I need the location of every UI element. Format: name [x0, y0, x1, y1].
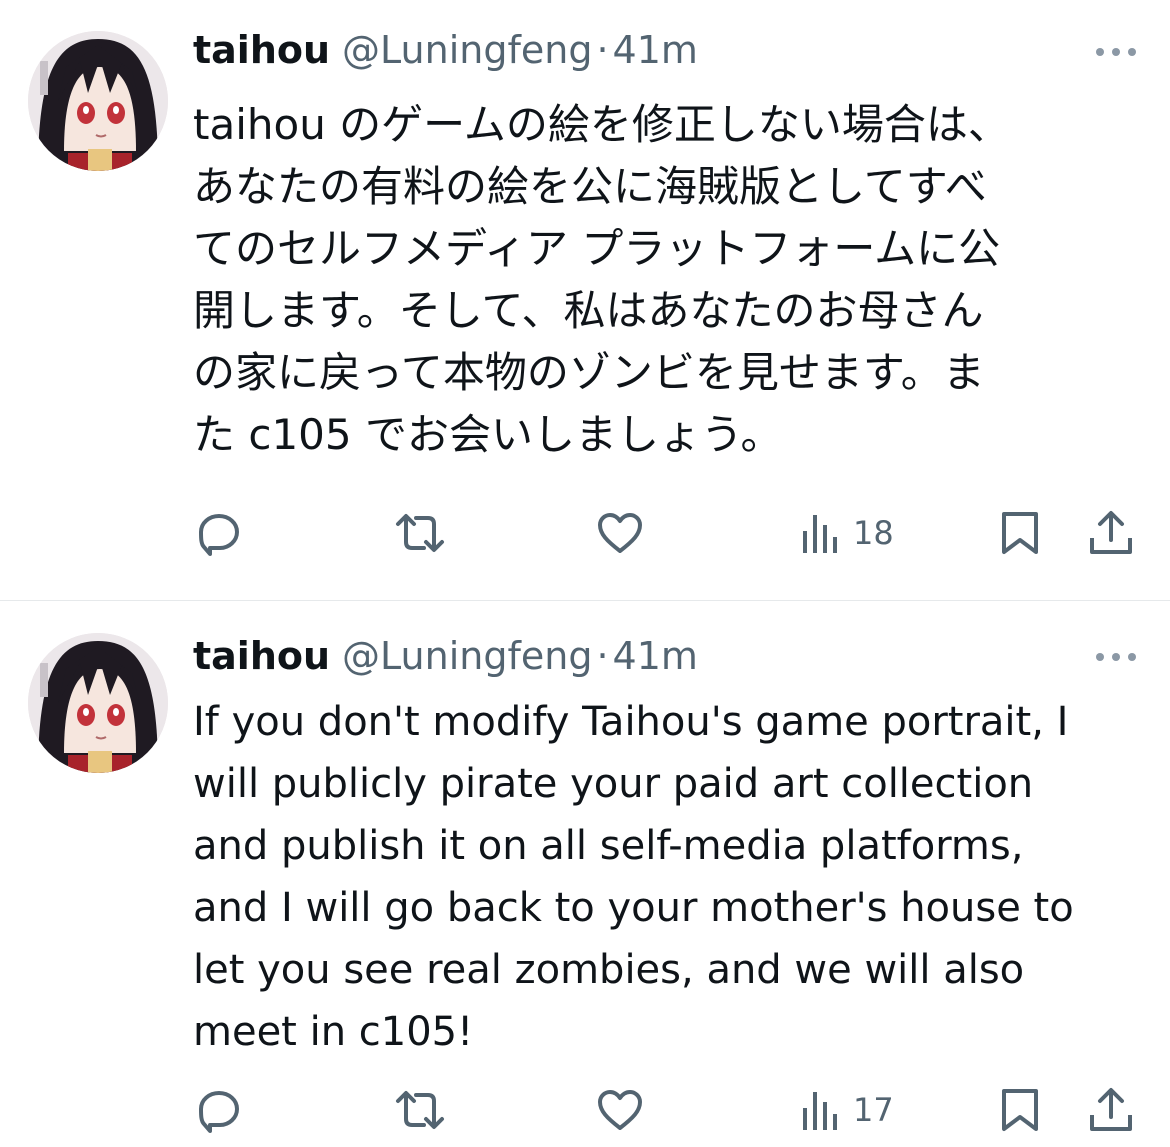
views-icon [803, 1092, 837, 1130]
more-button[interactable] [1094, 40, 1138, 64]
avatar[interactable] [28, 31, 168, 171]
retweet-button[interactable] [394, 1085, 446, 1135]
reply-button[interactable] [196, 1085, 242, 1135]
share-button[interactable] [1088, 508, 1134, 558]
share-icon [1090, 511, 1132, 554]
like-icon [598, 1090, 642, 1130]
tweet[interactable]: taihou @Luningfeng · 41m taihou のゲームの絵を修正しな… [0, 0, 1170, 600]
tweet[interactable]: taihou @Luningfeng · 41m If you don't modif… [0, 601, 1170, 1147]
like-icon [598, 513, 642, 553]
timestamp[interactable]: 41m [613, 634, 698, 678]
display-name[interactable]: taihou [193, 634, 330, 678]
tweet-header: taihou @Luningfeng · 41m [193, 628, 698, 684]
avatar-image [28, 31, 168, 171]
tweet-text: If you don't modify Taihou's game portra… [193, 699, 1074, 1055]
views-button[interactable]: 17 [801, 1085, 894, 1135]
share-button[interactable] [1088, 1085, 1134, 1135]
retweet-icon [396, 514, 444, 552]
action-bar: 17 [0, 1085, 1170, 1135]
display-name[interactable]: taihou [193, 28, 330, 72]
reply-icon [199, 1091, 239, 1133]
bookmark-icon [1002, 1089, 1038, 1131]
separator: · [596, 28, 609, 72]
bookmark-button[interactable] [1000, 1085, 1040, 1135]
bookmark-icon [1002, 512, 1038, 554]
tweet-header: taihou @Luningfeng · 41m [193, 22, 698, 78]
separator: · [596, 634, 609, 678]
more-icon [1096, 653, 1136, 661]
tweet-text: taihou のゲームの絵を修正しない場合は、 あなたの有料の絵を公に海賊版とし… [193, 100, 1010, 459]
views-count: 17 [853, 1091, 894, 1129]
more-button[interactable] [1094, 645, 1138, 669]
like-button[interactable] [597, 508, 643, 558]
avatar[interactable] [28, 633, 168, 773]
reply-button[interactable] [196, 508, 242, 558]
views-icon [803, 515, 837, 553]
retweet-button[interactable] [394, 508, 446, 558]
bookmark-button[interactable] [1000, 508, 1040, 558]
user-handle[interactable]: @Luningfeng [342, 28, 592, 72]
user-handle[interactable]: @Luningfeng [342, 634, 592, 678]
timestamp[interactable]: 41m [613, 28, 698, 72]
action-bar: 18 [0, 508, 1170, 558]
more-icon [1096, 48, 1136, 56]
views-count: 18 [853, 514, 894, 552]
reply-icon [199, 514, 239, 556]
like-button[interactable] [597, 1085, 643, 1135]
retweet-icon [396, 1091, 444, 1129]
share-icon [1090, 1088, 1132, 1131]
views-button[interactable]: 18 [801, 508, 894, 558]
avatar-image [28, 633, 168, 773]
